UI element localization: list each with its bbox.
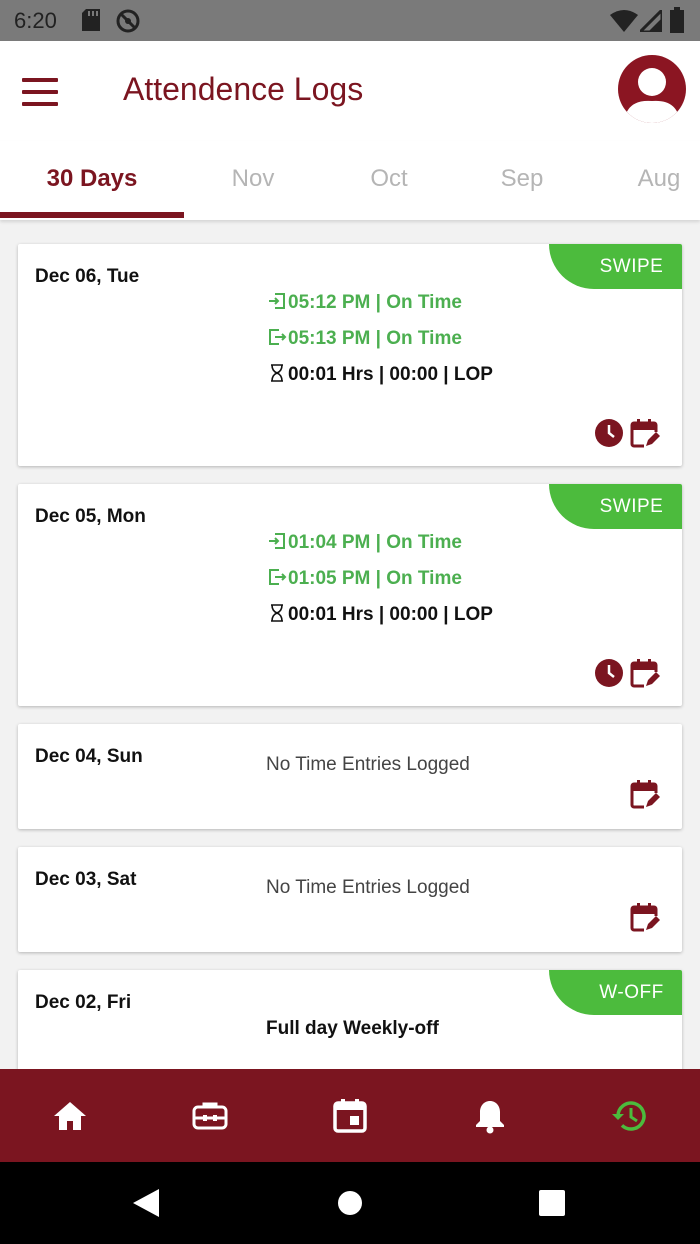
edit-calendar-icon[interactable] xyxy=(630,902,660,932)
log-card[interactable]: Dec 04, Sun No Time Entries Logged xyxy=(18,724,682,829)
home-circle-icon[interactable] xyxy=(337,1190,363,1216)
back-icon[interactable] xyxy=(133,1189,159,1217)
screen: 6:20 Attendence Logs 30 Days Nov Oct Sep… xyxy=(0,0,700,1244)
swipe-badge: SWIPE xyxy=(549,244,682,289)
no-entries-message: No Time Entries Logged xyxy=(266,754,470,775)
history-icon[interactable] xyxy=(610,1096,650,1136)
home-icon[interactable] xyxy=(50,1096,90,1136)
duration-entry: 00:01 Hrs | 00:00 | LOP xyxy=(266,364,493,386)
log-date: Dec 02, Fri xyxy=(35,992,132,1013)
system-navigation-bar xyxy=(0,1162,700,1244)
log-date: Dec 06, Tue xyxy=(35,266,140,287)
no-sync-icon xyxy=(116,9,140,33)
battery-icon xyxy=(670,7,684,33)
check-in-entry: 01:04 PM | On Time xyxy=(266,532,462,554)
signal-icon xyxy=(640,10,662,32)
edit-calendar-icon[interactable] xyxy=(630,779,660,809)
clock-icon[interactable] xyxy=(594,658,624,688)
check-out-entry: 05:13 PM | On Time xyxy=(266,328,462,350)
status-time: 6:20 xyxy=(14,8,57,33)
hourglass-icon xyxy=(271,604,283,622)
tab-aug[interactable]: Aug xyxy=(612,165,700,193)
sd-card-icon xyxy=(82,9,100,31)
no-entries-message: No Time Entries Logged xyxy=(266,877,470,898)
log-card[interactable]: Dec 03, Sat No Time Entries Logged xyxy=(18,847,682,952)
user-avatar-icon[interactable] xyxy=(618,55,686,123)
login-icon xyxy=(269,533,285,549)
logout-icon xyxy=(269,329,287,345)
tab-oct[interactable]: Oct xyxy=(342,165,436,193)
log-date: Dec 05, Mon xyxy=(35,506,146,527)
recents-icon[interactable] xyxy=(539,1190,565,1216)
check-out-entry: 01:05 PM | On Time xyxy=(266,568,462,590)
log-card[interactable]: Dec 06, Tue SWIPE 05:12 PM | On Time 05:… xyxy=(18,244,682,466)
tab-nov[interactable]: Nov xyxy=(206,165,300,193)
page-title: Attendence Logs xyxy=(123,71,364,107)
bottom-navigation xyxy=(0,1069,700,1162)
calendar-icon[interactable] xyxy=(330,1096,370,1136)
status-bar: 6:20 xyxy=(0,0,700,41)
log-date: Dec 04, Sun xyxy=(35,746,143,767)
briefcase-icon[interactable] xyxy=(190,1096,230,1136)
wifi-icon xyxy=(610,10,638,32)
tab-sep[interactable]: Sep xyxy=(475,165,569,193)
edit-calendar-icon[interactable] xyxy=(630,658,660,688)
menu-icon[interactable] xyxy=(22,78,60,106)
tab-30-days[interactable]: 30 Days xyxy=(0,165,184,193)
log-card[interactable]: Dec 05, Mon SWIPE 01:04 PM | On Time 01:… xyxy=(18,484,682,706)
app-header: Attendence Logs xyxy=(0,41,700,141)
check-in-entry: 05:12 PM | On Time xyxy=(266,292,462,314)
weekly-off-message: Full day Weekly-off xyxy=(266,1018,439,1039)
swipe-badge: SWIPE xyxy=(549,484,682,529)
month-tabs: 30 Days Nov Oct Sep Aug xyxy=(0,141,700,220)
weekly-off-badge: W-OFF xyxy=(549,970,682,1015)
clock-icon[interactable] xyxy=(594,418,624,448)
logout-icon xyxy=(269,569,287,585)
log-date: Dec 03, Sat xyxy=(35,869,137,890)
duration-entry: 00:01 Hrs | 00:00 | LOP xyxy=(266,604,493,626)
edit-calendar-icon[interactable] xyxy=(630,418,660,448)
login-icon xyxy=(269,293,285,309)
bell-icon[interactable] xyxy=(470,1096,510,1136)
hourglass-icon xyxy=(271,364,283,382)
active-tab-indicator xyxy=(0,212,184,218)
